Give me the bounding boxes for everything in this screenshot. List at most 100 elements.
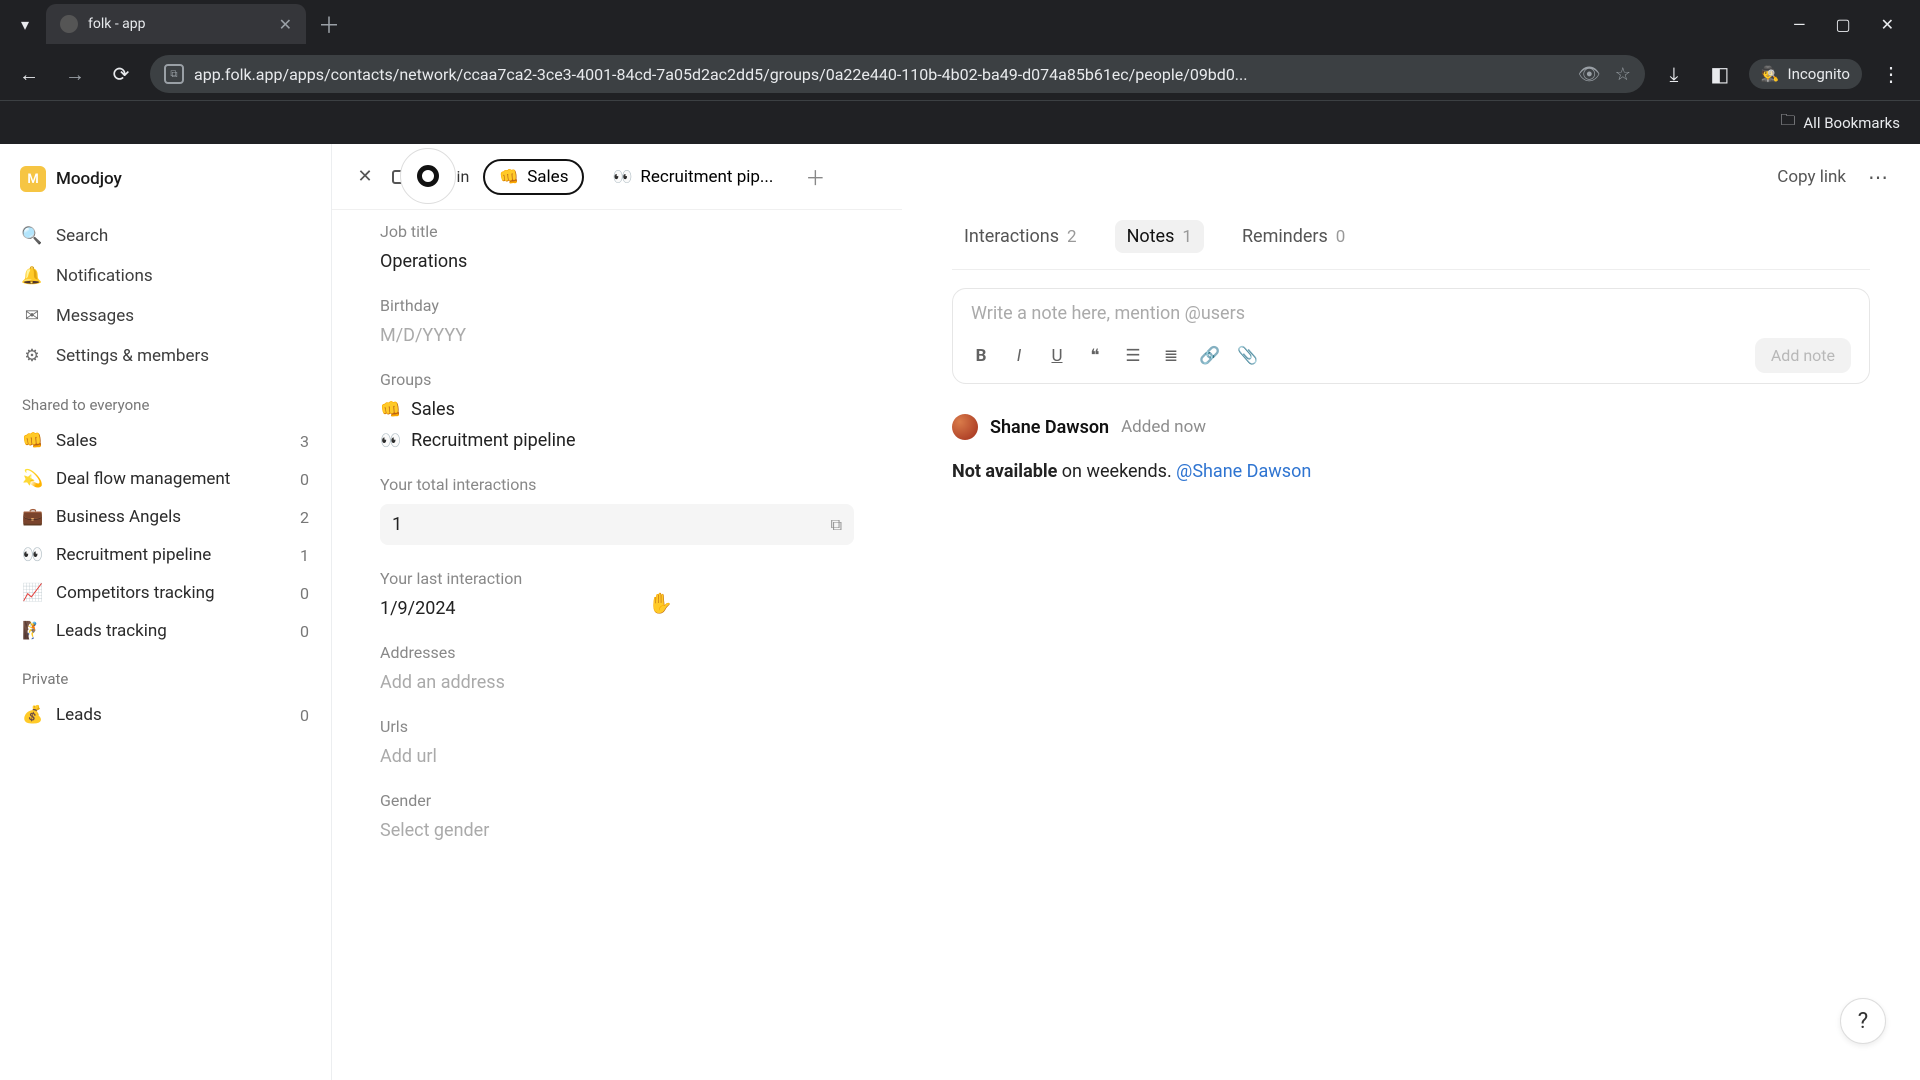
field-value: 1/9/2024 (380, 598, 854, 619)
view-pill-sales[interactable]: 👊Sales (483, 159, 584, 195)
tab-count: 2 (1067, 227, 1077, 247)
new-tab-button[interactable]: ＋ (312, 7, 346, 41)
all-bookmarks-button[interactable]: 🗀 All Bookmarks (1780, 110, 1900, 135)
activity-tabs: Interactions2 Notes1 Reminders0 (932, 210, 1890, 269)
tab-title: folk - app (88, 16, 146, 32)
sidebar-item-deal-flow[interactable]: 💫 Deal flow management 0 (10, 460, 321, 498)
reload-button[interactable]: ⟳ (104, 57, 138, 91)
sidebar-item-recruitment[interactable]: 👀Recruitment pipeline1 (10, 536, 321, 574)
field-gender[interactable]: Gender Select gender (380, 791, 854, 841)
incognito-icon: 🕵️ (1761, 65, 1780, 83)
sidebar-item-leads-tracking[interactable]: 🧗Leads tracking0 (10, 612, 321, 650)
add-note-button[interactable]: Add note (1755, 338, 1851, 373)
bold-icon[interactable]: B (971, 346, 991, 366)
url-text: app.folk.app/apps/contacts/network/ccaa7… (194, 65, 1247, 84)
field-last-interaction[interactable]: Your last interaction 1/9/2024 (380, 569, 854, 619)
section-private: Private (10, 650, 321, 696)
eye-off-icon[interactable]: 👁 (1578, 64, 1601, 85)
address-bar[interactable]: ⧉ app.folk.app/apps/contacts/network/cca… (150, 55, 1645, 93)
field-addresses[interactable]: Addresses Add an address (380, 643, 854, 693)
maximize-icon[interactable]: ▢ (1835, 15, 1850, 34)
bookmark-star-icon[interactable]: ☆ (1615, 64, 1631, 85)
help-fab[interactable]: ? (1840, 998, 1886, 1044)
field-label: Groups (380, 370, 854, 389)
group-emoji: 👀 (22, 545, 42, 565)
more-menu-icon[interactable]: ⋯ (1868, 165, 1890, 189)
link-icon[interactable]: 🔗 (1199, 346, 1219, 366)
contact-fields[interactable]: Job title Operations Birthday M/D/YYYY G… (332, 210, 902, 1080)
field-label: Your last interaction (380, 569, 854, 588)
field-birthday[interactable]: Birthday M/D/YYYY (380, 296, 854, 346)
note-plain: on weekends. (1057, 461, 1176, 482)
group-emoji: 💰 (22, 705, 42, 725)
add-view-button[interactable]: ＋ (801, 163, 829, 191)
view-pill-recruitment[interactable]: 👀 Recruitment pip... (598, 161, 787, 193)
group-count: 0 (300, 470, 309, 489)
quote-icon[interactable]: ❝ (1085, 346, 1105, 366)
sidebar-item-competitors[interactable]: 📈Competitors tracking0 (10, 574, 321, 612)
field-urls[interactable]: Urls Add url (380, 717, 854, 767)
group-chip-recruitment[interactable]: 👀Recruitment pipeline (380, 430, 854, 451)
browser-tab[interactable]: folk - app ✕ (46, 4, 306, 44)
field-value: 1 (392, 514, 402, 535)
field-placeholder: M/D/YYYY (380, 325, 854, 346)
sidebar-item-business-angels[interactable]: 💼Business Angels2 (10, 498, 321, 536)
tab-count: 1 (1182, 227, 1192, 247)
nav-messages[interactable]: ✉Messages (10, 296, 321, 336)
nav-notifications[interactable]: 🔔Notifications (10, 256, 321, 296)
italic-icon[interactable]: I (1009, 346, 1029, 366)
field-job-title[interactable]: Job title Operations (380, 222, 854, 272)
minimize-icon[interactable]: — (1793, 15, 1806, 34)
incognito-label: Incognito (1788, 65, 1850, 83)
browser-menu-icon[interactable]: ⋮ (1874, 57, 1908, 91)
group-label: Leads tracking (56, 621, 286, 641)
note-item: Shane Dawson Added now Not available on … (952, 414, 1870, 485)
group-emoji: 💫 (22, 469, 42, 489)
section-shared: Shared to everyone (10, 376, 321, 422)
nav-search[interactable]: 🔍 Search (10, 216, 321, 256)
downloads-icon[interactable]: ⤓ (1657, 57, 1691, 91)
gear-icon: ⚙ (22, 346, 42, 366)
underline-icon[interactable]: U (1047, 346, 1067, 366)
pill-emoji: 👀 (612, 167, 632, 186)
group-label: Business Angels (56, 507, 286, 527)
tab-reminders[interactable]: Reminders0 (1230, 220, 1357, 253)
note-input[interactable] (971, 303, 1851, 324)
back-button[interactable]: ← (12, 57, 46, 91)
field-label: Gender (380, 791, 854, 810)
tab-interactions[interactable]: Interactions2 (952, 220, 1089, 253)
site-info-icon[interactable]: ⧉ (164, 64, 184, 84)
attach-icon[interactable]: 📎 (1237, 346, 1257, 366)
all-bookmarks-label: All Bookmarks (1803, 114, 1900, 132)
nav-label: Search (56, 226, 108, 246)
nav-label: Notifications (56, 266, 153, 286)
workspace-switcher[interactable]: M Moodjoy (10, 158, 321, 200)
group-count: 3 (300, 432, 309, 451)
group-label: Sales (56, 431, 286, 451)
close-panel-button[interactable]: ✕ (352, 164, 378, 190)
copy-link-button[interactable]: Copy link (1777, 167, 1846, 187)
close-window-icon[interactable]: ✕ (1881, 15, 1894, 34)
incognito-badge[interactable]: 🕵️ Incognito (1749, 59, 1862, 89)
field-value-row[interactable]: 1 ⧉ (380, 504, 854, 545)
bullet-list-icon[interactable]: ☰ (1123, 346, 1143, 366)
group-chip-sales[interactable]: 👊Sales (380, 399, 854, 420)
search-icon: 🔍 (22, 226, 42, 246)
copy-icon[interactable]: ⧉ (831, 515, 842, 535)
sidebar-item-sales[interactable]: 👊Sales3 (10, 422, 321, 460)
tab-search-icon[interactable]: ▾ (8, 7, 42, 41)
note-editor[interactable]: B I U ❝ ☰ ≣ 🔗 📎 Add note (952, 288, 1870, 384)
tab-notes[interactable]: Notes1 (1115, 220, 1204, 253)
message-icon: ✉ (22, 306, 42, 326)
sidebar-item-leads[interactable]: 💰Leads0 (10, 696, 321, 734)
field-groups[interactable]: Groups 👊Sales 👀Recruitment pipeline (380, 370, 854, 451)
field-total-interactions[interactable]: Your total interactions 1 ⧉ ✋ (380, 475, 854, 545)
number-list-icon[interactable]: ≣ (1161, 346, 1181, 366)
pill-label: Recruitment pip... (640, 167, 773, 187)
nav-settings[interactable]: ⚙Settings & members (10, 336, 321, 376)
group-label: Deal flow management (56, 469, 286, 489)
note-mention[interactable]: @Shane Dawson (1176, 461, 1311, 482)
close-tab-icon[interactable]: ✕ (279, 15, 292, 34)
sidepanel-icon[interactable]: ◧ (1703, 57, 1737, 91)
forward-button[interactable]: → (58, 57, 92, 91)
